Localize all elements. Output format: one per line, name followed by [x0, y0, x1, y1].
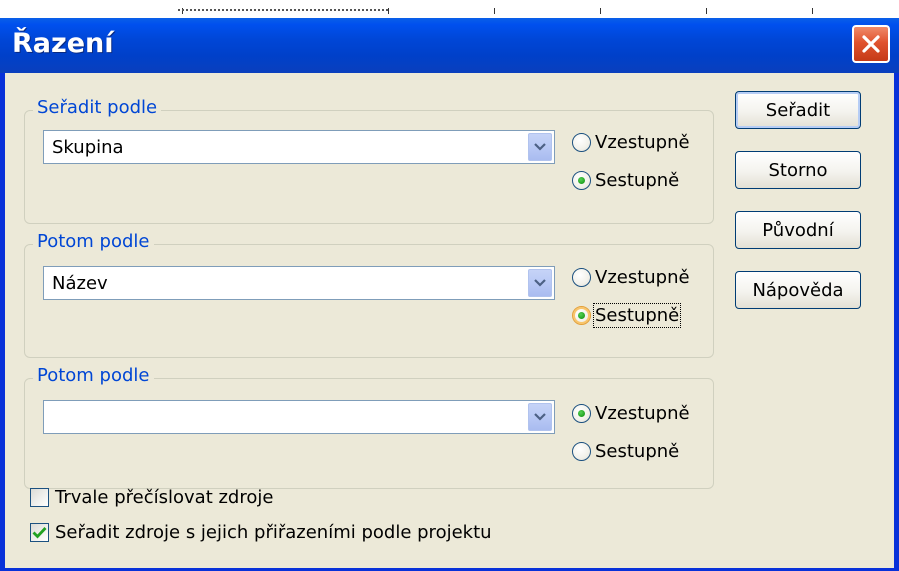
ascending-radio[interactable]: Vzestupně [572, 403, 690, 424]
help-button[interactable]: Nápověda [735, 271, 861, 309]
radio-label: Vzestupně [595, 403, 690, 424]
tick-mark [388, 8, 389, 14]
radio-label: Vzestupně [595, 267, 690, 288]
cancel-button[interactable]: Storno [735, 151, 861, 189]
descending-radio[interactable]: Sestupně [572, 303, 682, 328]
radio-label: Vzestupně [595, 132, 690, 153]
ascending-radio[interactable]: Vzestupně [572, 267, 690, 288]
descending-radio[interactable]: Sestupně [572, 170, 679, 191]
radio-circle [572, 133, 591, 152]
ascending-radio[interactable]: Vzestupně [572, 132, 690, 153]
radio-circle [572, 404, 591, 423]
dotted-line [178, 9, 388, 11]
radio-label: Sestupně [595, 441, 680, 462]
dropdown-button[interactable] [528, 133, 552, 161]
dialog-body: Seřadit podle Skupina Vzestupně Sestupně… [5, 73, 894, 568]
then-by-group-2: Potom podle Vzestupně Sestupně [24, 365, 714, 489]
close-icon [862, 35, 880, 53]
radio-circle [572, 306, 591, 325]
group-label: Potom podle [33, 231, 154, 252]
checkbox-label: Seřadit zdroje s jejich přiřazeními podl… [55, 522, 492, 543]
sort-by-group: Seřadit podle Skupina Vzestupně Sestupně [24, 97, 714, 224]
group-label: Seřadit podle [33, 97, 162, 118]
sort-field-value: Skupina [52, 137, 124, 158]
renumber-resources-checkbox[interactable]: Trvale přečíslovat zdroje [30, 487, 273, 508]
sort-button[interactable]: Seřadit [735, 91, 861, 129]
tick-mark [812, 8, 813, 14]
checkbox-label: Trvale přečíslovat zdroje [55, 487, 274, 508]
then-by-field-value: Název [52, 273, 108, 294]
then-by-field-select[interactable]: Název [43, 266, 555, 300]
title-bar[interactable]: Řazení [0, 18, 899, 73]
close-button[interactable] [852, 25, 890, 63]
tick-mark [600, 8, 601, 14]
chevron-down-icon [534, 413, 546, 421]
checkbox-box [30, 523, 49, 542]
tick-mark [494, 8, 495, 14]
dropdown-button[interactable] [528, 403, 552, 431]
sort-field-select[interactable]: Skupina [43, 130, 555, 164]
sort-dialog: Řazení Seřadit podle Skupina Vzestupně S… [0, 18, 899, 571]
radio-circle [572, 171, 591, 190]
tick-mark [706, 8, 707, 14]
radio-label: Sestupně [595, 170, 680, 191]
group-label: Potom podle [33, 365, 154, 386]
radio-label: Sestupně [592, 303, 682, 328]
then-by-field-select-2[interactable] [43, 400, 555, 434]
dialog-title: Řazení [12, 28, 114, 59]
chevron-down-icon [534, 143, 546, 151]
checkbox-box [30, 488, 49, 507]
dropdown-button[interactable] [528, 269, 552, 297]
reset-button[interactable]: Původní [735, 211, 861, 249]
sort-by-project-checkbox[interactable]: Seřadit zdroje s jejich přiřazeními podl… [30, 522, 492, 543]
descending-radio[interactable]: Sestupně [572, 441, 679, 462]
chevron-down-icon [534, 279, 546, 287]
radio-circle [572, 268, 591, 287]
checkmark-icon [32, 527, 47, 539]
radio-circle [572, 442, 591, 461]
background-strip [0, 0, 899, 18]
then-by-group-1: Potom podle Název Vzestupně Sestupně [24, 231, 714, 358]
